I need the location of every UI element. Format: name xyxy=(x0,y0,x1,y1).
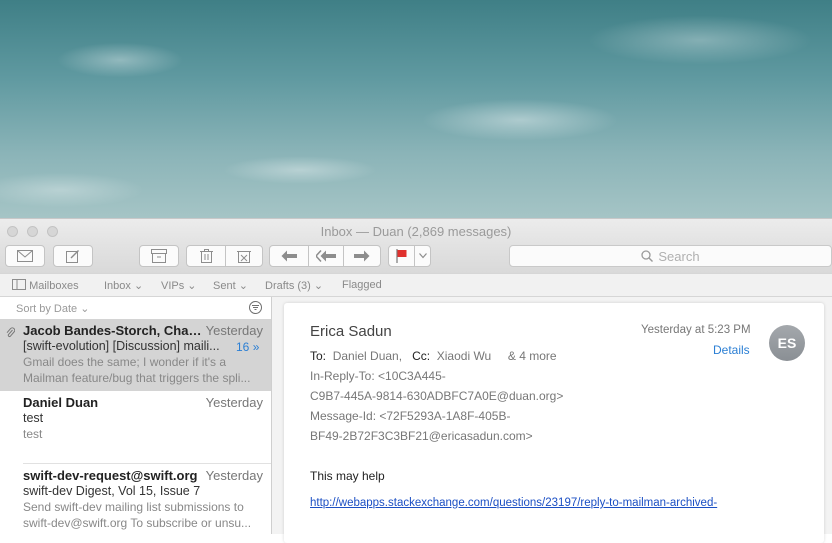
message-subject: [swift-evolution] [Discussion] maili... xyxy=(23,339,220,353)
chevron-down-icon: ⌄ xyxy=(133,280,144,292)
message-sender: swift-dev-request@swift.org xyxy=(23,468,198,483)
message-sender: Daniel Duan xyxy=(23,395,99,410)
cc-label: Cc: xyxy=(412,349,431,363)
title-bar: Inbox — Duan (2,869 messages) xyxy=(0,219,832,243)
flag-menu-button[interactable] xyxy=(414,245,431,267)
message-date: Yesterday xyxy=(205,395,263,410)
message-preview: Send swift-dev mailing list submissions … xyxy=(23,500,244,514)
archive-icon xyxy=(151,249,167,263)
message-body: This may help xyxy=(310,469,385,483)
message-row[interactable]: swift-dev-request@swift.org Yesterday sw… xyxy=(0,464,271,536)
sort-label: Sort by Date xyxy=(16,303,78,315)
sort-by-date-button[interactable]: Sort by Date ⌄ xyxy=(16,302,89,315)
recipients-line: To: Daniel Duan, Cc: Xiaodi Wu & 4 more xyxy=(310,349,557,363)
message-date: Yesterday xyxy=(205,468,263,483)
to-label: To: xyxy=(310,349,327,363)
attachment-icon xyxy=(6,325,16,343)
archive-button[interactable] xyxy=(139,245,179,267)
compose-icon xyxy=(66,250,79,263)
mailboxes-button[interactable]: Mailboxes xyxy=(12,279,79,292)
cc-recipient[interactable]: Xiaodi Wu xyxy=(437,349,491,363)
message-viewer: Erica Sadun Yesterday at 5:23 PM Details… xyxy=(272,297,832,543)
delete-button[interactable] xyxy=(186,245,226,267)
forward-button[interactable] xyxy=(343,245,381,267)
chevron-down-icon: ⌄ xyxy=(187,280,197,292)
message-preview: test xyxy=(23,427,43,441)
reply-all-icon xyxy=(316,250,336,262)
favorite-sent[interactable]: Sent ⌄ xyxy=(213,279,248,292)
thread-count[interactable]: 16 » xyxy=(236,340,259,354)
junk-icon xyxy=(237,251,251,263)
in-reply-to-line: In-Reply-To: <10C3A445- xyxy=(310,369,446,383)
message-date: Yesterday xyxy=(205,323,263,338)
chevron-down-icon: ⌄ xyxy=(313,280,324,292)
message-subject: swift-dev Digest, Vol 15, Issue 7 xyxy=(23,484,201,498)
favorite-vips[interactable]: VIPs ⌄ xyxy=(161,279,197,292)
envelope-icon xyxy=(17,250,33,262)
search-icon xyxy=(641,250,654,262)
message-preview: Gmail does the same; I wonder if it's a xyxy=(23,355,227,369)
message-card: Erica Sadun Yesterday at 5:23 PM Details… xyxy=(284,303,824,543)
message-timestamp: Yesterday at 5:23 PM xyxy=(641,324,751,336)
reply-button[interactable] xyxy=(269,245,309,267)
reply-icon xyxy=(281,250,297,262)
chevron-down-icon: ⌄ xyxy=(80,303,90,315)
filter-icon[interactable] xyxy=(249,301,262,314)
message-sender: Jacob Bandes-Storch, Charl... xyxy=(23,323,203,338)
favorite-vips-label: VIPs xyxy=(161,280,185,292)
message-preview: Mailman feature/bug that triggers the sp… xyxy=(23,371,251,385)
message-preview: swift-dev@swift.org To subscribe or unsu… xyxy=(23,516,252,530)
desktop-wallpaper xyxy=(0,0,832,220)
message-id-line: Message-Id: <72F5293A-1A8F-405B- xyxy=(310,409,511,423)
sort-bar: Sort by Date ⌄ xyxy=(0,297,271,319)
favorites-bar: Mailboxes Inbox ⌄ VIPs ⌄ Sent ⌄ Drafts (… xyxy=(0,273,832,297)
chevron-down-icon: ⌄ xyxy=(238,280,248,292)
message-row[interactable]: Daniel Duan Yesterday test test xyxy=(0,391,271,463)
avatar: ES xyxy=(769,325,805,361)
chevron-right-double-icon: » xyxy=(252,340,260,354)
reply-all-button[interactable] xyxy=(308,245,344,267)
sidebar-icon xyxy=(12,279,26,290)
favorite-flagged[interactable]: Flagged xyxy=(342,279,382,291)
chevron-down-icon xyxy=(418,253,427,259)
message-from[interactable]: Erica Sadun xyxy=(310,323,392,340)
message-list: Sort by Date ⌄ Jacob Bandes-Storch, Char… xyxy=(0,297,272,534)
message-row[interactable]: Jacob Bandes-Storch, Charl... Yesterday … xyxy=(0,319,271,391)
message-subject: test xyxy=(23,411,44,425)
mail-window: Inbox — Duan (2,869 messages) Search Mai… xyxy=(0,218,832,543)
favorite-inbox[interactable]: Inbox ⌄ xyxy=(104,279,143,292)
to-recipient[interactable]: Daniel Duan, xyxy=(333,349,402,363)
flag-button[interactable] xyxy=(388,245,415,267)
favorite-drafts[interactable]: Drafts (3) ⌄ xyxy=(265,279,323,292)
message-id-line: BF49-2B72F3C3BF21@ericasadun.com> xyxy=(310,429,533,443)
in-reply-to-line: C9B7-445A-9814-630ADBFC7A0E@duan.org> xyxy=(310,389,564,403)
window-title: Inbox — Duan (2,869 messages) xyxy=(320,224,512,239)
favorite-sent-label: Sent xyxy=(213,280,236,292)
flag-icon xyxy=(395,249,406,263)
forward-icon xyxy=(354,250,370,262)
trash-icon xyxy=(199,249,213,263)
search-field[interactable]: Search xyxy=(509,245,832,267)
message-link[interactable]: http://webapps.stackexchange.com/questio… xyxy=(310,497,717,509)
favorite-flagged-label: Flagged xyxy=(342,279,382,291)
more-recipients[interactable]: & 4 more xyxy=(508,349,557,363)
favorite-drafts-label: Drafts (3) xyxy=(265,280,311,292)
search-placeholder: Search xyxy=(658,248,700,264)
junk-button[interactable] xyxy=(225,245,263,267)
compose-button[interactable] xyxy=(53,245,93,267)
get-mail-button[interactable] xyxy=(5,245,45,267)
favorite-inbox-label: Inbox xyxy=(104,280,131,292)
mailboxes-label: Mailboxes xyxy=(29,280,79,292)
toolbar: Search xyxy=(0,243,832,273)
details-link[interactable]: Details xyxy=(713,343,750,357)
thread-count-value: 16 xyxy=(236,340,250,354)
